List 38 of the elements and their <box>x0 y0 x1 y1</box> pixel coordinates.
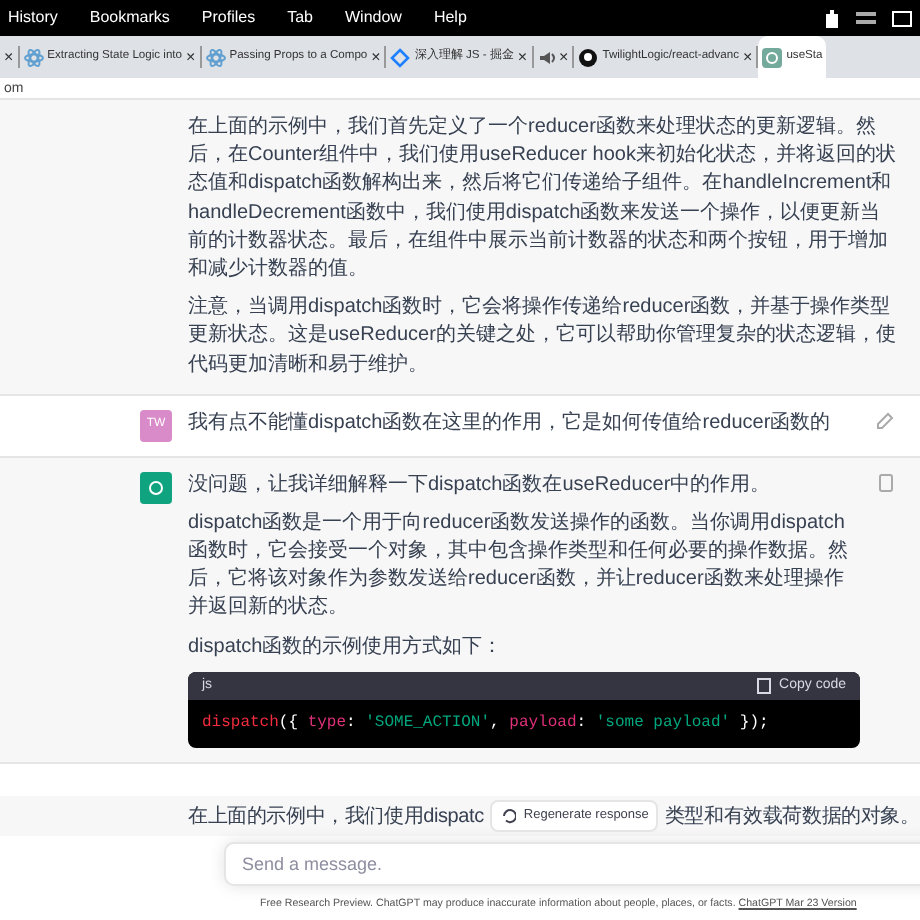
menu-item[interactable]: Tab <box>287 6 313 30</box>
message-text: 注意，当调用dispatch函数时，它会将操作传递给reducer函数，并基于操作类型更新状态。这是useReducer的关键之处，它可以帮助你管理复杂的状态逻辑，使代码更加清晰和易于维护。 <box>188 294 896 379</box>
close-tab-button[interactable]: × <box>559 45 569 69</box>
message-text: dispatch函数的示例使用方式如下： <box>188 633 505 662</box>
code-line: dispatch({ type: 'SOME_ACTION', payload: 'some payload' }); <box>202 714 769 733</box>
speaker-icon <box>537 47 556 67</box>
close-tab-button[interactable]: × <box>4 45 14 69</box>
refresh-icon <box>499 806 516 827</box>
copy-icon <box>755 676 772 697</box>
message-text: 没问题，让我详细解释一下dispatch函数在useReducer中的作用。 <box>188 471 773 500</box>
menu-item[interactable]: Profiles <box>201 6 256 30</box>
atom-icon <box>23 47 44 67</box>
menu-item[interactable]: History <box>8 6 58 30</box>
close-tab-button[interactable]: × <box>371 45 381 69</box>
close-tab-button[interactable]: × <box>517 45 528 69</box>
menu-item[interactable]: Help <box>433 6 467 30</box>
input-icon <box>892 8 912 28</box>
close-tab-button[interactable]: × <box>186 45 196 69</box>
close-tab-button[interactable]: × <box>743 45 753 69</box>
message-text: 在上面的示例中，我们首先定义了一个reducer函数来处理状态的更新逻辑。然后，在Counter组件中，我们使用useReducer hook来初始化状态，并将返回的状态值和dispatch函数解构出来，然后将它们传递给子组件。在handleIncrement和handleDecrement函数中，我们使用dispatch函数来发送一个操作，以便更新当前的计数器状态。最后，在组件中展示当前计数器的状态和两个按钮，用于增加和减少计数器的值。 <box>188 114 896 284</box>
github-icon <box>578 47 599 67</box>
message-input[interactable]: Send a message. <box>224 842 920 887</box>
edit-icon <box>876 409 896 430</box>
status-icon <box>824 7 840 29</box>
chat-icon <box>762 47 783 67</box>
network-icon <box>856 8 876 28</box>
browser-tab[interactable]: × <box>0 36 18 78</box>
assistant-avatar <box>140 471 172 504</box>
atom-icon <box>205 47 226 67</box>
diamond-icon <box>390 47 411 67</box>
copy-icon <box>876 471 896 494</box>
browser-tab[interactable]: × <box>533 36 573 78</box>
menu-item[interactable]: Window <box>345 6 402 30</box>
message-text: 类型和有效载荷数据的对象。 <box>664 803 920 832</box>
message-text: 我有点不能懂dispatch函数在这里的作用，它是如何传值给reducer函数的 <box>188 409 833 438</box>
message-text: dispatch函数是一个用于向reducer函数发送操作的函数。当你调用dispatch函数时，它会接受一个对象，其中包含操作类型和任何必要的操作数据。然后，它将该对象作为参数发送给reducer函数，并让reducer函数来处理操作并返回新的状态。 <box>188 509 850 623</box>
message-text: 在上面的示例中，我们使用dispatc <box>188 803 484 832</box>
menu-item[interactable]: Bookmarks <box>89 6 170 30</box>
